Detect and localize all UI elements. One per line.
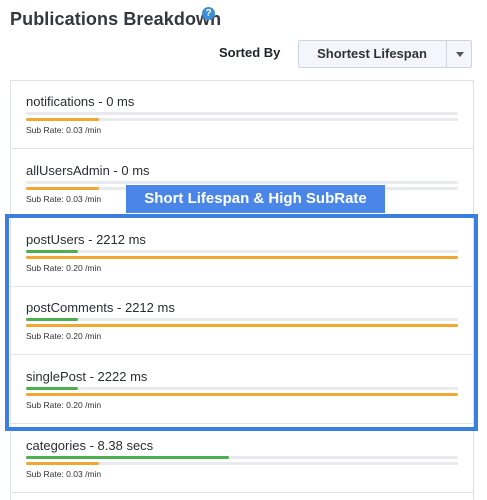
help-icon[interactable]: ? <box>202 7 215 20</box>
subrate-bar-fill <box>26 462 100 465</box>
publication-name: categories - 8.38 secs <box>26 438 154 453</box>
sort-divider <box>446 41 447 67</box>
subrate-bar-fill <box>26 186 100 190</box>
sort-label: Sorted By <box>219 45 281 60</box>
highlight-label: Short Lifespan & High SubRate <box>126 185 385 213</box>
sort-selected-value[interactable]: Shortest Lifespan <box>299 41 445 67</box>
chevron-down-icon[interactable] <box>456 52 464 57</box>
lifespan-bar-fill <box>26 456 230 459</box>
subrate-bar-fill <box>26 118 100 121</box>
subrate-bar <box>26 118 458 121</box>
lifespan-bar <box>26 456 458 459</box>
sub-rate-text: Sub Rate: 0.03 /min <box>26 193 102 204</box>
publication-row[interactable]: categories - 8.38 secs Sub Rate: 0.03 /mi… <box>11 425 473 493</box>
publication-name: notifications - 0 ms <box>26 94 135 109</box>
subrate-bar <box>26 462 458 465</box>
page-title: Publications Breakdown <box>10 9 222 29</box>
sub-rate-text: Sub Rate: 0.03 /min <box>26 469 102 479</box>
publication-row[interactable]: notifications - 0 ms Sub Rate: 0.03 /min <box>11 81 473 149</box>
sub-rate-text: Sub Rate: 0.03 /min <box>26 125 102 135</box>
publication-name: allUsersAdmin - 0 ms <box>26 162 150 178</box>
lifespan-bar <box>26 112 458 115</box>
sort-dropdown[interactable]: Shortest Lifespan <box>298 40 472 68</box>
lifespan-bar <box>26 180 458 184</box>
highlight-box <box>5 214 478 431</box>
